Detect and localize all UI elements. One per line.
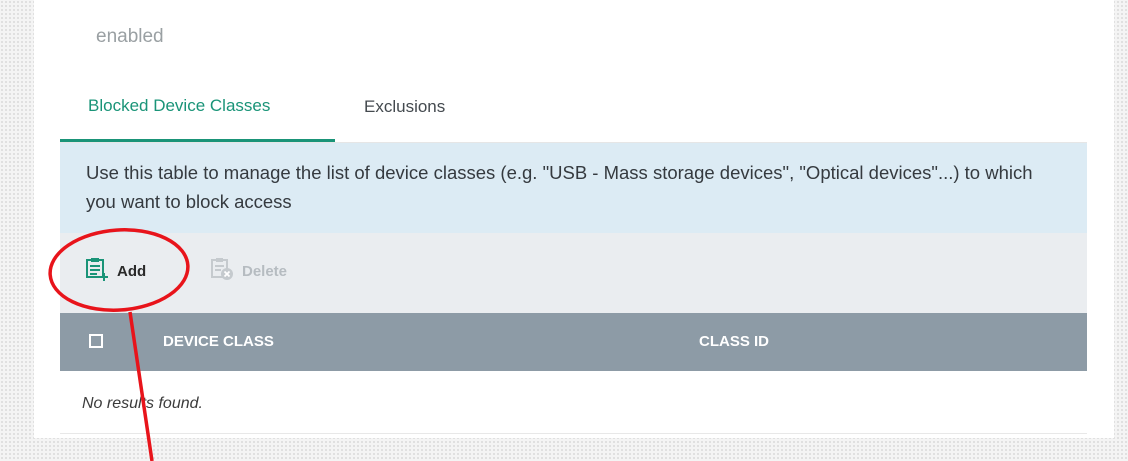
- highlight-ellipse: [48, 228, 190, 312]
- annotation-arrow: [128, 311, 154, 461]
- annotation-overlay: [48, 228, 190, 461]
